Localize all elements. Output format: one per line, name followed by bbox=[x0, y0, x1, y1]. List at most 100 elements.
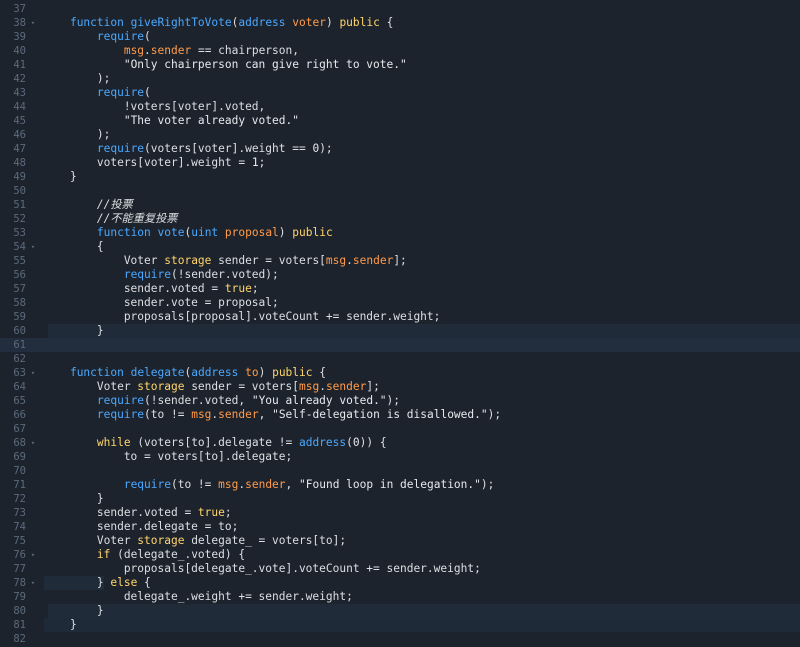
code-token: )) { bbox=[359, 436, 387, 449]
line-number: 55 bbox=[13, 255, 26, 267]
code-token: to bbox=[245, 366, 259, 379]
code-line[interactable]: 66 require(to != msg.sender, "Self-deleg… bbox=[0, 408, 800, 422]
code-text: } else { bbox=[43, 576, 151, 590]
fold-chevron-icon[interactable]: ▾ bbox=[29, 548, 37, 562]
code-token: true bbox=[224, 282, 252, 295]
code-line[interactable]: 61 bbox=[0, 338, 800, 352]
code-line[interactable]: 65 require(!sender.voted, "You already v… bbox=[0, 394, 800, 408]
fold-chevron-icon[interactable]: ▾ bbox=[29, 16, 37, 30]
code-line[interactable]: 62 bbox=[0, 352, 800, 366]
code-token: sender bbox=[352, 254, 394, 267]
code-line[interactable]: 41 "Only chairperson can give right to v… bbox=[0, 58, 800, 72]
code-line[interactable]: 78 ▾ } else { bbox=[0, 576, 800, 590]
code-line[interactable]: 79 delegate_.weight += sender.weight; bbox=[0, 590, 800, 604]
code-line[interactable]: 75 Voter storage delegate_ = voters[to]; bbox=[0, 534, 800, 548]
code-token: storage bbox=[137, 534, 185, 547]
code-line[interactable]: 58 sender.vote = proposal; bbox=[0, 296, 800, 310]
code-text: require(to != msg.sender, "Self-delegati… bbox=[43, 408, 501, 422]
code-line[interactable]: 44 !voters[voter].voted, bbox=[0, 100, 800, 114]
code-text: proposals[proposal].voteCount += sender.… bbox=[43, 310, 441, 324]
code-line[interactable]: 67 bbox=[0, 422, 800, 436]
line-number: 76 bbox=[13, 549, 26, 561]
code-line[interactable]: 40 msg.sender == chairperson, bbox=[0, 44, 800, 58]
code-line[interactable]: 42 ); bbox=[0, 72, 800, 86]
code-text: sender.vote = proposal; bbox=[43, 296, 279, 310]
code-text: } bbox=[43, 324, 104, 338]
code-line[interactable]: 52 //不能重复投票 bbox=[0, 212, 800, 226]
code-line[interactable]: 46 ); bbox=[0, 128, 800, 142]
code-line[interactable]: 37 bbox=[0, 2, 800, 16]
code-text: "Only chairperson can give right to vote… bbox=[43, 58, 407, 72]
code-token: } bbox=[43, 604, 104, 617]
fold-chevron-icon[interactable]: ▾ bbox=[29, 576, 37, 590]
code-line[interactable]: 68 ▾ while (voters[to].delegate != addres… bbox=[0, 436, 800, 450]
code-token: == chairperson, bbox=[191, 44, 299, 57]
code-line[interactable]: 57 sender.voted = true; bbox=[0, 282, 800, 296]
code-text: to = voters[to].delegate; bbox=[43, 450, 292, 464]
fold-chevron-icon[interactable]: ▾ bbox=[29, 240, 37, 254]
code-token: sender.voted = bbox=[43, 282, 225, 295]
code-area[interactable]: 37 38 ▾ function giveRightToVote(address v… bbox=[0, 2, 800, 646]
code-editor[interactable]: 37 38 ▾ function giveRightToVote(address v… bbox=[0, 0, 800, 647]
code-token: to = voters[to].delegate; bbox=[43, 450, 293, 463]
code-line[interactable]: 69 to = voters[to].delegate; bbox=[0, 450, 800, 464]
code-line[interactable]: 60 } bbox=[0, 324, 800, 338]
code-token: (to != bbox=[170, 478, 219, 491]
line-number: 65 bbox=[13, 395, 26, 407]
code-line[interactable]: 63 ▾ function delegate(address to) public… bbox=[0, 366, 800, 380]
code-text: require(to != msg.sender, "Found loop in… bbox=[43, 478, 495, 492]
code-line[interactable]: 77 proposals[delegate_.vote].voteCount +… bbox=[0, 562, 800, 576]
line-number: 40 bbox=[13, 45, 26, 57]
code-line[interactable]: 49 } bbox=[0, 170, 800, 184]
code-line[interactable]: 50 bbox=[0, 184, 800, 198]
code-line[interactable]: 64 Voter storage sender = voters[msg.sen… bbox=[0, 380, 800, 394]
code-line[interactable]: 71 require(to != msg.sender, "Found loop… bbox=[0, 478, 800, 492]
code-token: function bbox=[96, 226, 158, 239]
code-line[interactable]: 73 sender.voted = true; bbox=[0, 506, 800, 520]
code-line[interactable]: 48 voters[voter].weight = 1; bbox=[0, 156, 800, 170]
code-token: ); bbox=[386, 394, 401, 407]
code-line[interactable]: 76 ▾ if (delegate_.voted) { bbox=[0, 548, 800, 562]
code-token: ); bbox=[43, 72, 111, 85]
code-token: } bbox=[43, 170, 77, 183]
code-line[interactable]: 47 require(voters[voter].weight == 0); bbox=[0, 142, 800, 156]
code-token: ); bbox=[319, 142, 333, 155]
code-line[interactable]: 39 require( bbox=[0, 30, 800, 44]
code-token: msg bbox=[298, 380, 320, 393]
code-token: "The voter already voted." bbox=[123, 114, 299, 127]
code-line[interactable]: 54 ▾ { bbox=[0, 240, 800, 254]
code-line[interactable]: 72 } bbox=[0, 492, 800, 506]
code-token: (voters[voter].weight == bbox=[144, 142, 313, 155]
code-token: sender bbox=[245, 478, 286, 491]
code-line[interactable]: 70 bbox=[0, 464, 800, 478]
code-token: ); bbox=[487, 408, 502, 421]
code-line[interactable]: 55 Voter storage sender = voters[msg.sen… bbox=[0, 254, 800, 268]
code-line[interactable]: 81 } bbox=[0, 618, 800, 632]
code-text: ); bbox=[43, 128, 110, 142]
code-line[interactable]: 56 require(!sender.voted); bbox=[0, 268, 800, 282]
code-text: ); bbox=[43, 72, 110, 86]
fold-chevron-icon[interactable]: ▾ bbox=[29, 436, 37, 450]
code-line[interactable]: 80 } bbox=[0, 604, 800, 618]
code-text: voters[voter].weight = 1; bbox=[43, 156, 265, 170]
code-line[interactable]: 74 sender.delegate = to; bbox=[0, 520, 800, 534]
code-line[interactable]: 45 "The voter already voted." bbox=[0, 114, 800, 128]
code-token: ( bbox=[346, 436, 353, 449]
code-line[interactable]: 53 function vote(uint proposal) public bbox=[0, 226, 800, 240]
code-line[interactable]: 82 bbox=[0, 632, 800, 646]
code-text: require( bbox=[43, 86, 151, 100]
code-line[interactable]: 43 require( bbox=[0, 86, 800, 100]
code-token: else bbox=[110, 576, 138, 589]
code-token: uint bbox=[191, 226, 225, 239]
fold-chevron-icon[interactable]: ▾ bbox=[29, 366, 37, 380]
code-line[interactable]: 38 ▾ function giveRightToVote(address vot… bbox=[0, 16, 800, 30]
line-number: 70 bbox=[13, 465, 26, 477]
code-token: sender.vote = proposal; bbox=[43, 296, 279, 309]
line-number: 81 bbox=[13, 619, 26, 631]
code-line[interactable]: 51 //投票 bbox=[0, 198, 800, 212]
line-number: 50 bbox=[13, 185, 26, 197]
code-line[interactable]: 59 proposals[proposal].voteCount += send… bbox=[0, 310, 800, 324]
code-token: address bbox=[298, 436, 347, 449]
